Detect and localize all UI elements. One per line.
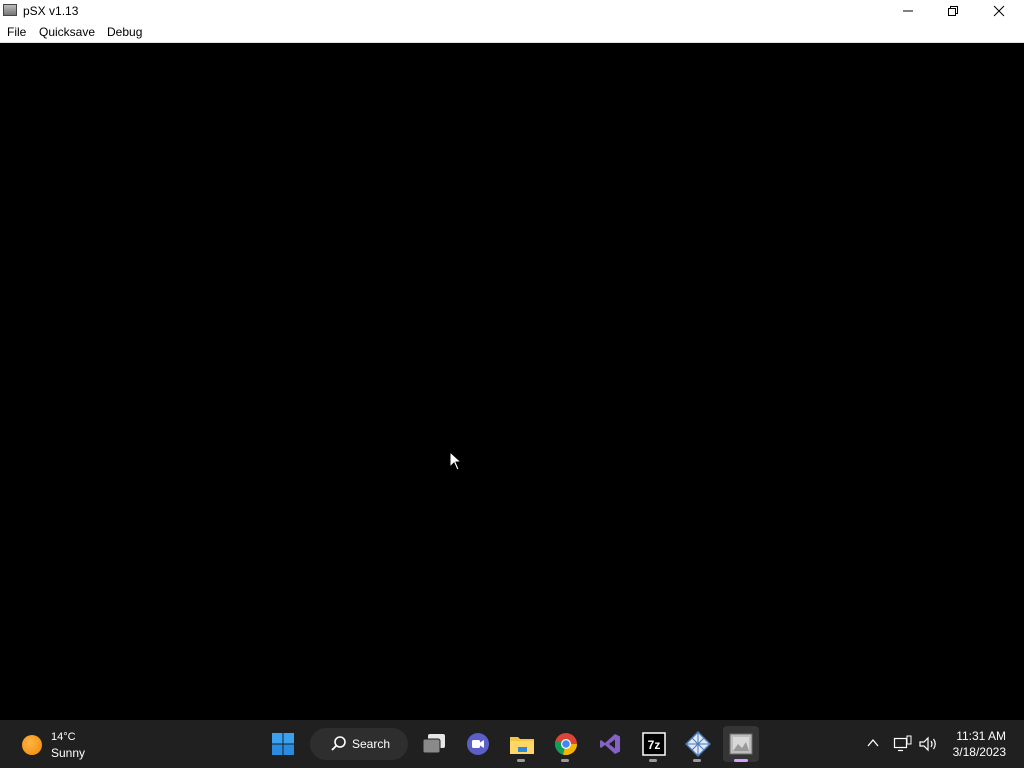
- chevron-up-icon[interactable]: [866, 736, 880, 750]
- folder-icon: [510, 737, 534, 754]
- taskbar-teams[interactable]: [460, 726, 496, 762]
- clock-time: 11:31 AM: [956, 729, 1006, 743]
- taskbar-app[interactable]: [680, 726, 716, 762]
- taskbar-chrome[interactable]: [548, 726, 584, 762]
- taskbar-task-view[interactable]: [416, 726, 452, 762]
- sun-icon: [22, 735, 42, 755]
- 7zip-label: 7z: [648, 738, 661, 752]
- taskbar-visual-studio[interactable]: [592, 726, 628, 762]
- close-icon: [993, 5, 1004, 17]
- system-clock[interactable]: 11:31 AM 3/18/2023: [946, 728, 1006, 760]
- weather-widget[interactable]: 14°C Sunny: [12, 728, 102, 762]
- maximize-icon: [947, 6, 958, 16]
- visual-studio-icon: [600, 734, 620, 754]
- taskbar: 14°C Sunny Search 7z 11:31 AM 3/18/2023: [0, 720, 1024, 768]
- weather-temperature: 14°C: [51, 731, 76, 743]
- clock-date: 3/18/2023: [952, 745, 1006, 759]
- task-view-icon: [422, 734, 445, 754]
- weather-condition: Sunny: [51, 746, 86, 760]
- window-title: pSX v1.13: [23, 4, 79, 18]
- teams-icon: [467, 733, 489, 755]
- menu-bar: File Quicksave Debug: [0, 22, 1024, 43]
- taskbar-psx[interactable]: [723, 726, 759, 762]
- running-indicator: [693, 759, 701, 762]
- close-button[interactable]: [976, 0, 1021, 22]
- minimize-icon: [902, 10, 913, 12]
- menu-file[interactable]: File: [7, 25, 26, 39]
- taskbar-file-explorer[interactable]: [504, 726, 540, 762]
- 7zip-icon: 7z: [642, 732, 666, 756]
- restore-button[interactable]: [930, 0, 975, 22]
- search-label: Search: [352, 737, 391, 751]
- start-button[interactable]: [265, 726, 301, 762]
- psx-icon: [729, 733, 753, 755]
- title-bar: pSX v1.13: [0, 0, 1024, 22]
- emulator-display[interactable]: [0, 43, 1024, 719]
- windows-logo-icon: [272, 733, 294, 755]
- network-icon[interactable]: [893, 735, 913, 753]
- menu-quicksave[interactable]: Quicksave: [39, 25, 95, 39]
- app-window-icon[interactable]: [3, 4, 17, 16]
- running-indicator: [517, 759, 525, 762]
- diamond-app-icon: [685, 731, 711, 757]
- search-box[interactable]: Search: [310, 728, 408, 760]
- chrome-icon: [554, 733, 577, 756]
- search-icon: [331, 736, 346, 751]
- volume-icon[interactable]: [918, 735, 938, 753]
- menu-debug[interactable]: Debug: [107, 25, 142, 39]
- running-indicator: [561, 759, 569, 762]
- active-indicator: [734, 759, 748, 762]
- running-indicator: [649, 759, 657, 762]
- mouse-cursor-icon: [449, 451, 461, 471]
- minimize-button[interactable]: [885, 0, 930, 22]
- taskbar-7zip[interactable]: 7z: [636, 726, 672, 762]
